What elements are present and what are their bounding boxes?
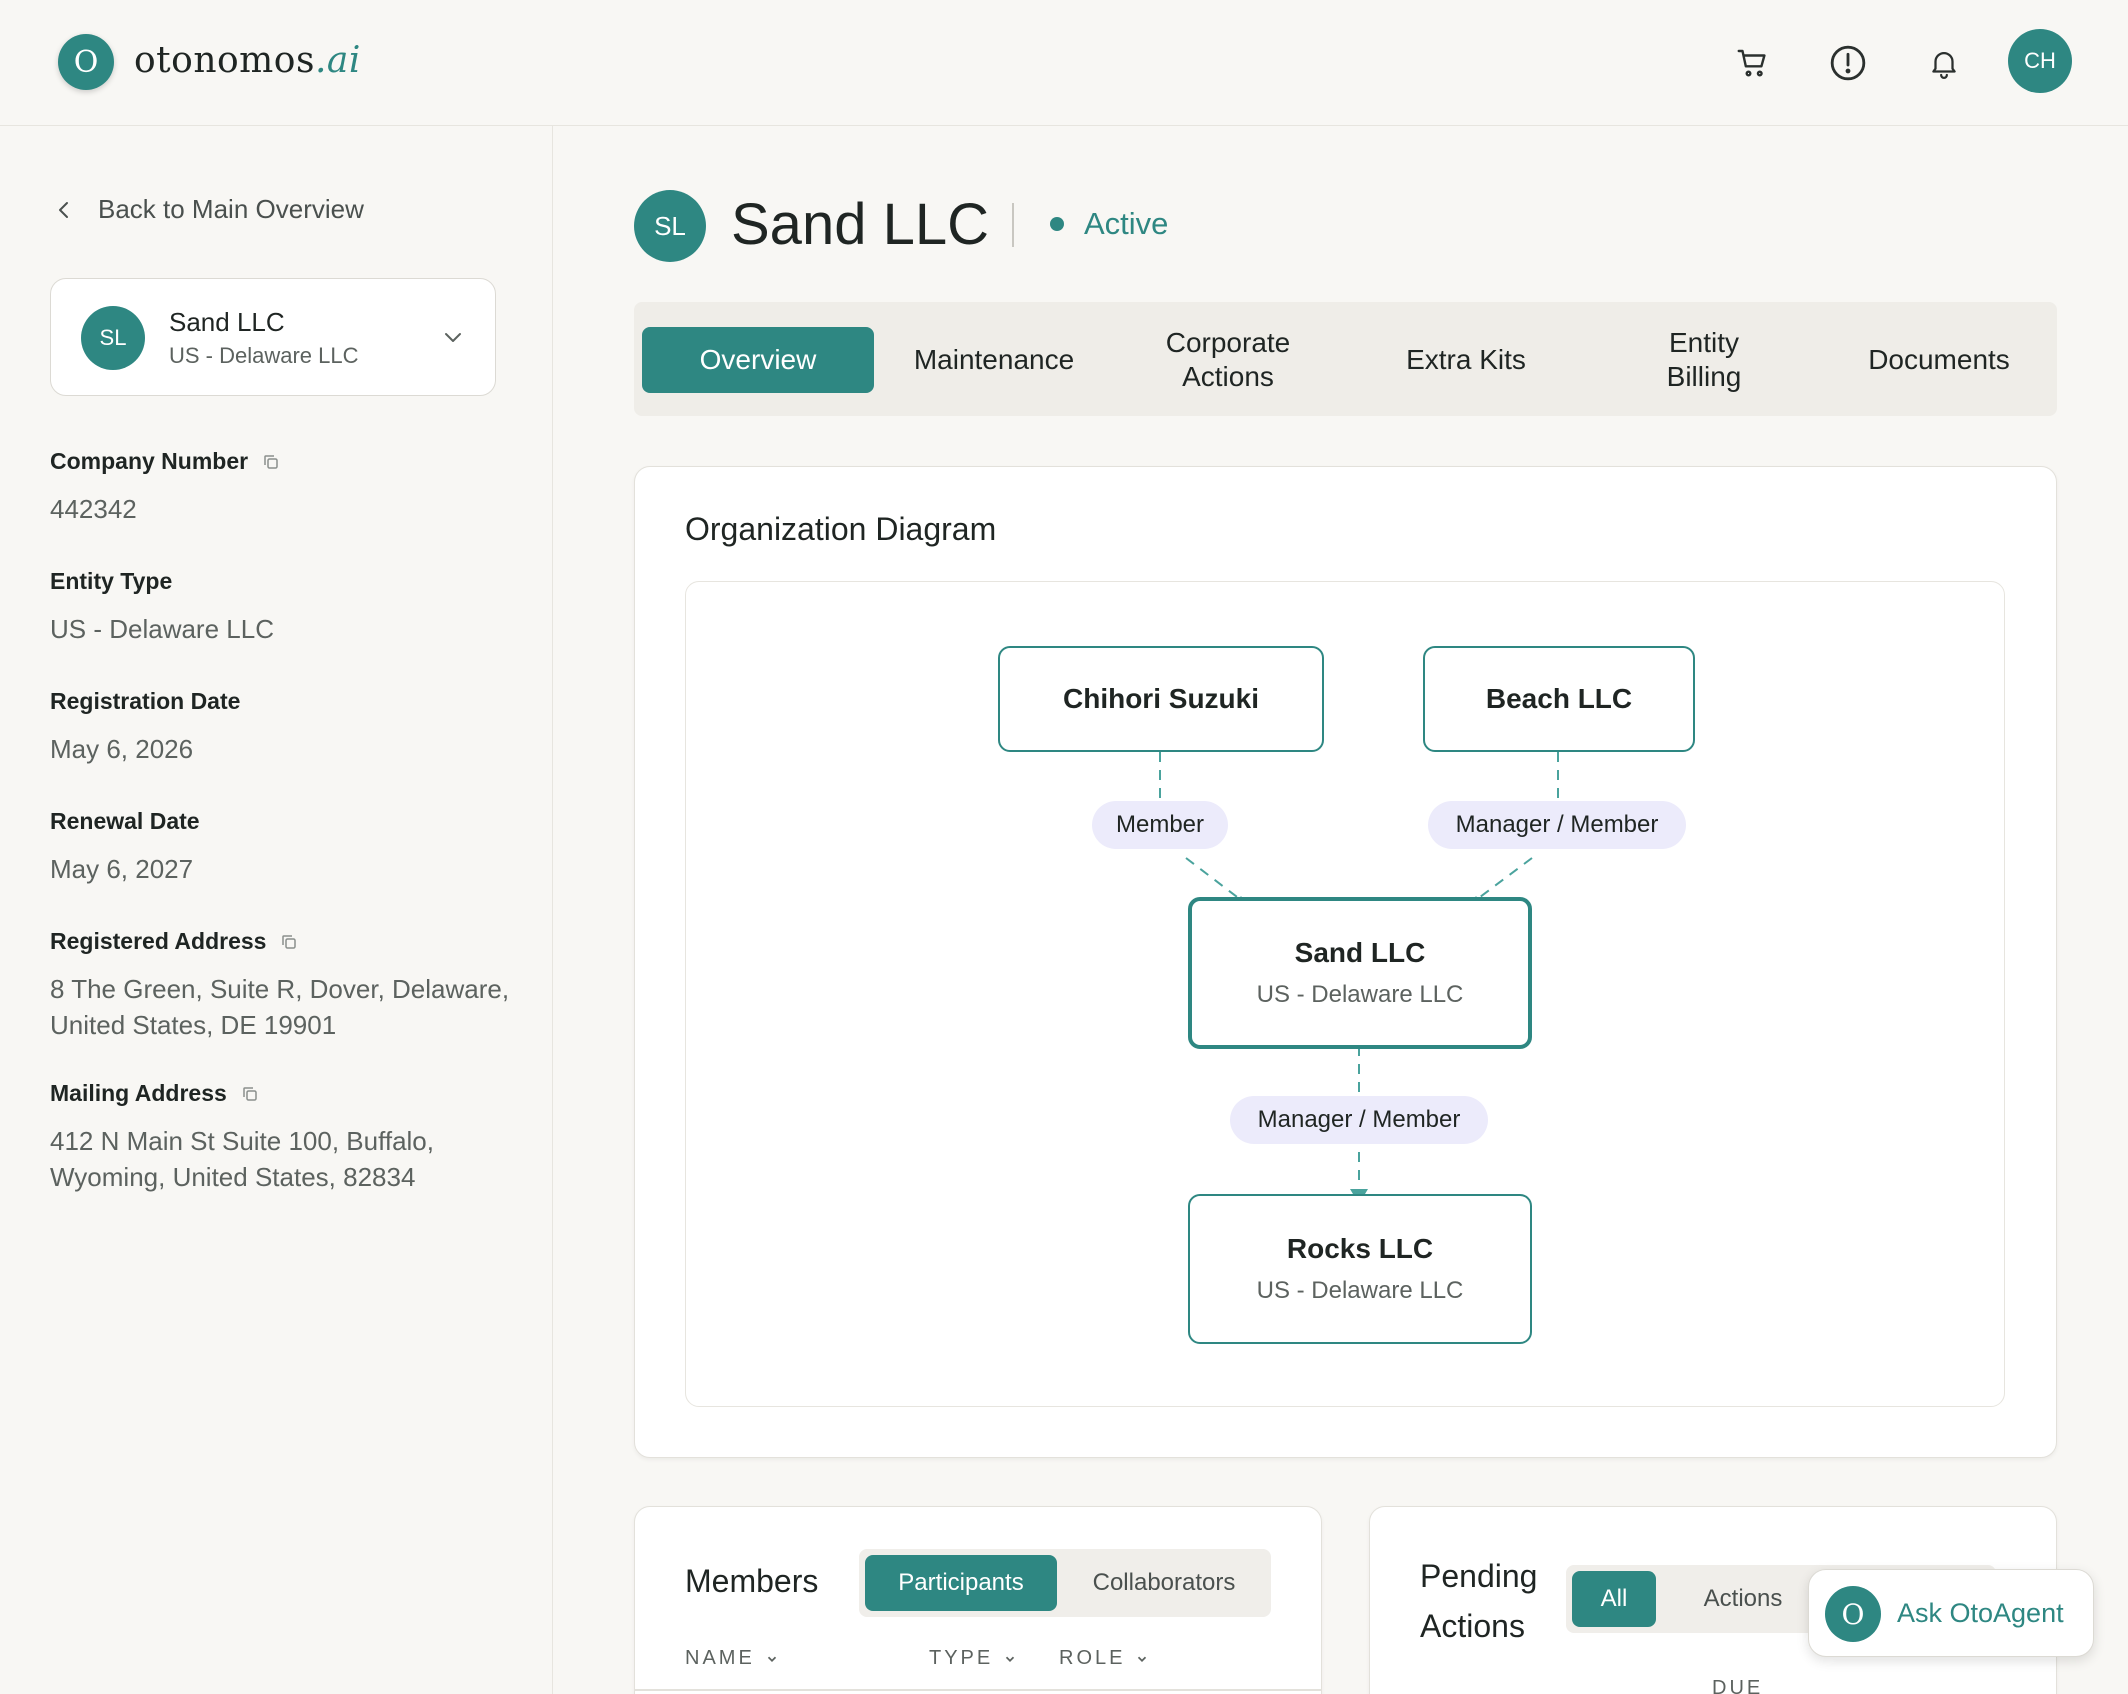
edge-label-manager-member: Manager / Member [1428,801,1686,849]
segment-participants[interactable]: Participants [865,1555,1057,1611]
entity-name: Sand LLC [169,307,285,337]
node-sand-llc[interactable]: Sand LLC US - Delaware LLC [1188,897,1532,1049]
tab-bar: Overview Maintenance Corporate Actions Ex… [634,302,2057,416]
chevron-down-icon [1006,1656,1015,1662]
members-segment-control: Participants Collaborators [859,1549,1271,1617]
bell-icon [1932,52,1956,79]
top-bar: O otonomos.ai CH [0,0,2128,126]
cart-icon [1737,49,1766,77]
registration-date-value: May 6, 2026 [50,734,194,764]
tab-corporate-actions[interactable]: Corporate Actions [1114,327,1342,393]
agent-logo-icon: O [1825,1586,1881,1642]
status-dot [1050,217,1064,231]
chevron-down-icon [767,1656,776,1662]
sidebar: Back to Main Overview SL Sand LLC US - D… [0,126,553,1694]
node-type: US - Delaware LLC [1256,981,1464,1008]
back-link-label: Back to Main Overview [98,194,364,224]
renewal-date-field: Renewal Date May 6, 2027 [50,808,200,887]
segment-actions[interactable]: Actions [1668,1571,1818,1627]
entity-type-field: Entity Type US - Delaware LLC [50,568,274,647]
entity-type: US - Delaware LLC [169,343,359,368]
node-name: Beach LLC [1485,683,1633,714]
cart-button[interactable] [1730,40,1776,86]
column-name[interactable]: NAME [685,1647,779,1670]
logo-mark[interactable]: O [58,34,114,90]
status-badge: Active [1050,206,1168,242]
node-name: Rocks LLC [1286,1233,1434,1264]
mailing-address-line1: 412 N Main St Suite 100, Buffalo, [50,1126,434,1156]
tab-documents[interactable]: Documents [1826,327,2052,393]
diagram-canvas: Chihori Suzuki Beach LLC Member Manager … [685,581,2005,1407]
copy-icon[interactable] [262,453,280,471]
renewal-date-label: Renewal Date [50,808,200,834]
column-role[interactable]: ROLE [1059,1647,1149,1670]
chevron-left-icon [59,201,68,218]
back-to-overview-link[interactable]: Back to Main Overview [52,194,364,225]
mailing-address-line2: Wyoming, United States, 82834 [50,1162,416,1192]
node-name: Chihori Suzuki [1063,683,1259,714]
renewal-date-value: May 6, 2027 [50,854,194,884]
org-diagram-title: Organization Diagram [685,511,997,547]
ask-otoagent-label: Ask OtoAgent [1897,1598,2064,1628]
column-type[interactable]: TYPE [929,1647,1017,1670]
company-number-label: Company Number [50,448,249,474]
registered-address-label: Registered Address [50,928,267,954]
entity-avatar: SL [81,306,145,370]
pending-actions-title: Pending Actions [1420,1558,1538,1644]
mailing-address-field: Mailing Address 412 N Main St Suite 100,… [50,1080,434,1195]
mailing-address-value: 412 N Main St Suite 100, Buffalo, Wyomin… [50,1123,434,1195]
copy-icon[interactable] [241,1085,259,1103]
registered-address-value: 8 The Green, Suite R, Dover, Delaware, U… [50,971,509,1043]
notifications-button[interactable] [1921,40,1967,86]
registration-date-field: Registration Date May 6, 2026 [50,688,240,767]
alert-button[interactable] [1825,40,1871,86]
mailing-address-label: Mailing Address [50,1080,227,1106]
chevron-down-icon [1138,1656,1147,1662]
segment-collaborators[interactable]: Collaborators [1063,1555,1265,1611]
column-due[interactable]: DUE [1712,1677,1763,1694]
segment-all[interactable]: All [1572,1571,1656,1627]
page-title: Sand LLC [731,192,989,257]
tab-extra-kits[interactable]: Extra Kits [1350,327,1582,393]
tab-entity-billing[interactable]: Entity Billing [1590,327,1818,393]
registered-address-line1: 8 The Green, Suite R, Dover, Delaware, [50,974,510,1004]
company-number-value: 442342 [50,494,137,524]
node-rocks-llc[interactable]: Rocks LLC US - Delaware LLC [1188,1194,1532,1344]
edge-label-manager-member: Manager / Member [1230,1096,1488,1144]
node-name: Sand LLC [1294,937,1426,968]
registered-address-field: Registered Address 8 The Green, Suite R,… [50,928,509,1043]
members-card: Members Participants Collaborators NAME … [634,1506,1322,1694]
entity-selector[interactable]: SL Sand LLC US - Delaware LLC [50,278,496,396]
entity-avatar-large: SL [634,190,706,262]
tab-overview[interactable]: Overview [642,327,874,393]
node-chihori-suzuki[interactable]: Chihori Suzuki [998,646,1324,752]
tab-maintenance[interactable]: Maintenance [882,327,1106,393]
copy-icon[interactable] [280,933,298,951]
entity-type-value: US - Delaware LLC [50,614,274,644]
brand-suffix: .ai [314,40,361,81]
entity-type-label: Entity Type [50,568,173,594]
registration-date-label: Registration Date [50,688,241,714]
ask-otoagent-button[interactable]: O Ask OtoAgent [1808,1569,2094,1657]
node-beach-llc[interactable]: Beach LLC [1423,646,1695,752]
title-divider [1012,203,1014,247]
registered-address-line2: United States, DE 19901 [50,1010,337,1040]
user-avatar[interactable]: CH [2008,29,2072,93]
company-number-field: Company Number 442342 [50,448,280,527]
members-title: Members [685,1563,819,1599]
status-label: Active [1084,206,1169,241]
logo-text[interactable]: otonomos.ai [134,40,361,81]
table-divider [635,1689,1321,1691]
edge-label-member: Member [1092,801,1228,849]
org-diagram-card: Organization Diagram Chihori Suzuki Beac… [634,466,2057,1458]
brand-name: otonomos [134,40,315,81]
alert-icon [1830,45,1866,81]
chevron-down-icon [445,333,461,342]
node-type: US - Delaware LLC [1256,1277,1464,1304]
